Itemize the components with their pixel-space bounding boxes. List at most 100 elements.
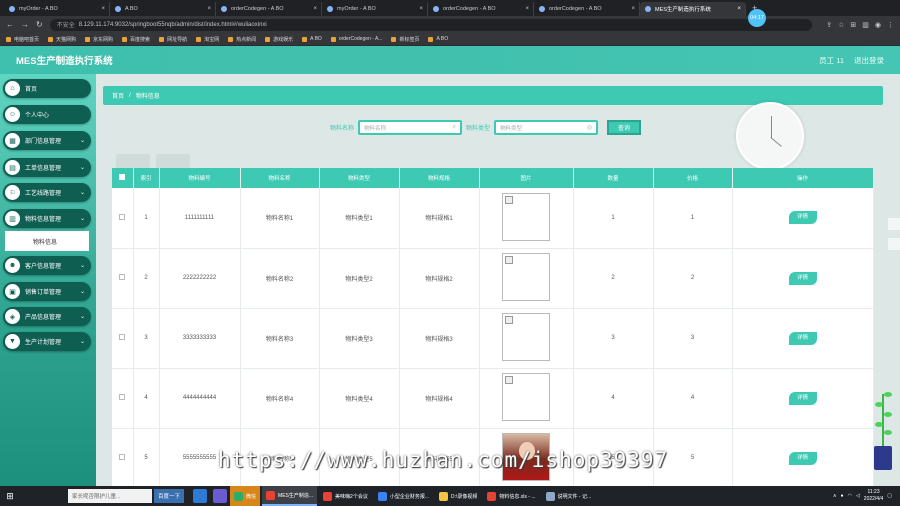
forward-icon[interactable]: → <box>21 20 29 29</box>
windows-start-icon[interactable]: ⊞ <box>0 486 20 506</box>
bookmark-item[interactable]: 淘宝网 <box>196 36 219 43</box>
reload-icon[interactable]: ↻ <box>36 20 43 29</box>
taskbar-app[interactable]: 美味嗨2个会议 <box>319 486 372 506</box>
search-button[interactable]: 查询 <box>607 120 642 135</box>
row-checkbox[interactable] <box>119 213 126 220</box>
bookmark-item[interactable]: 电脑吧首页 <box>6 36 39 43</box>
tab-label: orderCodegen - A BO <box>231 6 284 12</box>
chevron-down-icon: ⌄ <box>79 190 85 196</box>
browser-tab[interactable]: myOrder - A BO × <box>322 2 428 16</box>
type-label: 物料类型 <box>466 126 491 132</box>
row-checkbox[interactable] <box>119 454 126 460</box>
cell-image <box>479 368 574 429</box>
bookmark-item[interactable]: A BO <box>302 36 322 42</box>
browser-tab[interactable]: myOrder - A BO × <box>4 2 110 16</box>
close-icon[interactable]: × <box>101 6 105 12</box>
sidebar-item[interactable]: ☻ 客户信息管理 ⌄ <box>3 256 91 275</box>
close-icon[interactable]: × <box>419 6 423 12</box>
type-placeholder: 物料类型 <box>500 125 523 132</box>
cell-index: 4 <box>133 368 160 429</box>
name-input[interactable]: 物料名称 ⌕ <box>358 120 463 135</box>
sidebar-subitem-material-info[interactable]: 物料信息 <box>5 231 89 251</box>
type-input[interactable]: 物料类型 ◎ <box>494 120 599 135</box>
browser-tab[interactable]: orderCodegen - A BO × <box>428 2 534 16</box>
table-header-cell: 索引 <box>133 168 160 188</box>
browser-tab[interactable]: orderCodegen - A BO × <box>534 2 640 16</box>
detail-button[interactable]: 详情 <box>788 391 817 405</box>
sidebar-item[interactable]: ◈ 产品信息管理 ⌄ <box>3 307 91 326</box>
logout-link[interactable]: 退出登录 <box>854 55 884 66</box>
share-icon[interactable]: ⇪ <box>826 21 832 29</box>
sidebar-item[interactable]: ▦ 部门信息管理 ⌄ <box>3 131 91 150</box>
table-body: 1 1111111111 物料名称1 物料类型1 物料规格1 1 1 详情 2 222222222… <box>112 188 874 486</box>
store-icon[interactable] <box>213 489 228 503</box>
extensions-icon[interactable]: ⊞ <box>850 21 856 29</box>
taskbar-search-input[interactable]: 家长呢否限护儿童... <box>68 489 152 503</box>
notification-icon[interactable]: ▢ <box>887 493 892 499</box>
taskbar-app[interactable]: D:\录像视频 <box>435 486 481 506</box>
cell-qty: 4 <box>573 368 654 429</box>
detail-button[interactable]: 详情 <box>788 271 817 285</box>
system-tray: ∧ ● ◠ ◁ 11:23 2022/4/4 ▢ <box>833 489 900 503</box>
close-icon[interactable]: × <box>207 6 211 12</box>
taskbar-search-button[interactable]: 百度一下 <box>154 489 185 503</box>
row-checkbox[interactable] <box>119 394 126 400</box>
taskbar-app[interactable]: 微信 <box>230 486 261 506</box>
sidebar-item[interactable]: ▤ 工单信息管理 ⌄ <box>3 158 91 177</box>
broken-image-icon <box>505 316 513 324</box>
url-field[interactable]: 不安全 8.129.11.174:9032/springboot55nqb/ad… <box>49 18 813 31</box>
taskbar-app[interactable]: 小型企业财务报... <box>374 486 433 506</box>
sidebar-item[interactable]: ▥ 物料信息管理 ⌄ <box>3 209 91 228</box>
app-icon <box>266 490 276 500</box>
menu-icon[interactable]: ⋮ <box>887 21 894 29</box>
select-all-checkbox[interactable] <box>119 174 126 180</box>
back-icon[interactable]: ← <box>6 20 14 29</box>
volume-icon[interactable]: ◁ <box>856 493 860 499</box>
wechat-tray-icon[interactable]: ● <box>841 493 844 499</box>
browser-tab[interactable]: orderCodegen - A BO × <box>216 2 322 16</box>
close-icon[interactable]: × <box>525 6 529 12</box>
network-icon[interactable]: ◠ <box>848 493 852 499</box>
table-header-cell[interactable] <box>112 168 134 188</box>
row-select-cell <box>112 248 134 309</box>
row-checkbox[interactable] <box>119 334 126 340</box>
row-checkbox[interactable] <box>119 274 126 280</box>
bookmark-label: 淘宝网 <box>204 36 220 43</box>
bookmark-item[interactable]: 百度搜索 <box>122 36 150 43</box>
close-icon[interactable]: × <box>737 6 741 12</box>
sidebar-item[interactable]: ▣ 销售订单管理 ⌄ <box>3 282 91 301</box>
close-icon[interactable]: × <box>313 6 317 12</box>
bookmark-item[interactable]: 网址导航 <box>159 36 187 43</box>
detail-button[interactable]: 详情 <box>788 211 817 225</box>
sidebar-item[interactable]: ⌂ 首页 <box>3 79 91 98</box>
close-icon[interactable]: × <box>631 6 635 12</box>
sidepanel-icon[interactable]: ▥ <box>862 21 869 29</box>
bookmark-item[interactable]: 新标签页 <box>391 36 419 43</box>
detail-button[interactable]: 详情 <box>788 331 817 345</box>
bookmark-item[interactable]: 天猫网购 <box>48 36 76 43</box>
bookmark-item[interactable]: 热点新闻 <box>228 36 256 43</box>
star-icon[interactable]: ☆ <box>838 21 844 29</box>
chevron-down-icon: ⌄ <box>79 289 85 295</box>
bookmark-label: 百度搜索 <box>130 36 151 43</box>
sidebar-item[interactable]: ☺ 个人中心 <box>3 105 91 124</box>
file-explorer-icon[interactable] <box>193 489 208 503</box>
taskbar-app[interactable]: MES生产制造... <box>262 486 318 506</box>
bookmark-item[interactable]: A BO <box>428 36 448 42</box>
tray-arrow-icon[interactable]: ∧ <box>833 493 837 499</box>
delete-button[interactable] <box>156 154 190 168</box>
browser-tab[interactable]: A BO × <box>110 2 216 16</box>
profile-icon[interactable]: ◉ <box>875 21 881 29</box>
bookmark-item[interactable]: 游戏娱乐 <box>265 36 293 43</box>
sidebar-item[interactable]: ▼ 生产计划管理 ⌄ <box>3 332 91 351</box>
bookmark-item[interactable]: 京东网购 <box>85 36 113 43</box>
breadcrumb-home[interactable]: 首页 <box>112 91 124 100</box>
taskbar-app[interactable]: 物料信息.xls - ... <box>483 486 539 506</box>
browser-tab[interactable]: MES生产制造执行系统 × <box>640 2 746 16</box>
taskbar-app[interactable]: 说明文件 - 记... <box>542 486 596 506</box>
sidebar-item[interactable]: ⚐ 工艺线路管理 ⌄ <box>3 183 91 202</box>
bookmark-item[interactable]: orderCodegen - A... <box>330 36 382 42</box>
add-button[interactable] <box>116 154 150 168</box>
taskbar-clock[interactable]: 11:23 2022/4/4 <box>864 489 883 503</box>
detail-button[interactable]: 详情 <box>788 451 817 465</box>
